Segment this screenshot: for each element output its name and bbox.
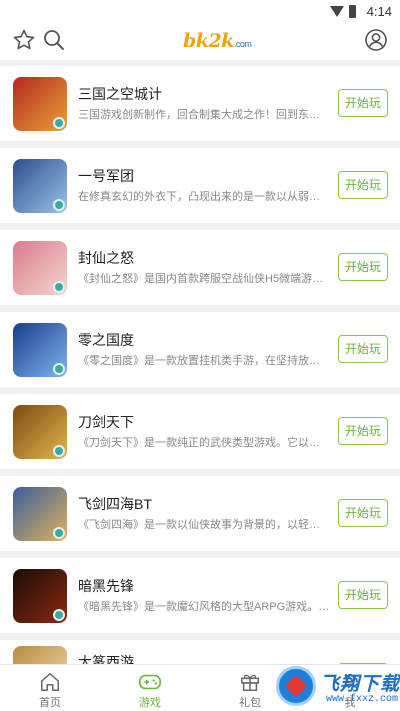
play-button[interactable]: 开始玩 (338, 171, 388, 199)
battery-icon (349, 5, 356, 18)
game-title: 暗黑先锋 (78, 578, 134, 594)
status-bar: 4:14 (0, 0, 400, 24)
status-time: 4:14 (366, 4, 392, 19)
watermark-text: 飞翔下载 (320, 674, 400, 695)
watermark-logo: 飞翔下载 www.fxxz.com (270, 662, 400, 711)
game-list: 三国之空城计三国游戏创新制作，回合制集大成之作！回到东汉末年，体验三国风云开始玩… (0, 66, 400, 680)
game-description: 《飞剑四海》是一款以仙侠故事为背景的，以轻松休闲为主的游戏 (78, 519, 330, 531)
h5-badge-icon (53, 281, 65, 293)
tab-home[interactable]: 首页 (0, 665, 100, 711)
wifi-icon (330, 6, 344, 17)
tab-games-label: 游戏 (139, 697, 161, 709)
watermark-url: www.fxxz.com (326, 694, 399, 705)
user-account-icon[interactable] (364, 28, 388, 52)
tab-home-label: 首页 (39, 697, 61, 709)
watermark-emblem-icon (276, 666, 316, 706)
game-icon[interactable] (13, 569, 67, 623)
gift-icon (241, 674, 259, 691)
game-title: 飞剑四海BT (78, 496, 152, 512)
game-description: 在修真玄幻的外衣下，凸现出来的是一款以从弱小到强大的成长之路 (78, 191, 330, 203)
game-icon[interactable] (13, 159, 67, 213)
favorite-star-icon[interactable] (12, 28, 36, 52)
game-icon[interactable] (13, 323, 67, 377)
game-title: 三国之空城计 (78, 86, 162, 102)
play-button[interactable]: 开始玩 (338, 253, 388, 281)
game-icon[interactable] (13, 241, 67, 295)
h5-badge-icon (53, 117, 65, 129)
game-card[interactable]: 零之国度《零之国度》是一款放置挂机类手游，在坚持放置类游戏的核心玩法开始玩 (0, 312, 400, 387)
play-button[interactable]: 开始玩 (338, 417, 388, 445)
gamepad-icon (139, 674, 161, 690)
site-logo: bk2k.com (183, 30, 252, 52)
game-card[interactable]: 暗黑先锋《暗黑先锋》是一款魔幻风格的大型ARPG游戏。以暗黑风格为主题开始玩 (0, 558, 400, 633)
h5-badge-icon (53, 527, 65, 539)
game-card[interactable]: 三国之空城计三国游戏创新制作，回合制集大成之作！回到东汉末年，体验三国风云开始玩 (0, 66, 400, 141)
top-header: bk2k.com (0, 24, 400, 60)
game-description: 《暗黑先锋》是一款魔幻风格的大型ARPG游戏。以暗黑风格为主题 (78, 601, 330, 613)
game-icon[interactable] (13, 487, 67, 541)
game-title: 一号军团 (78, 168, 134, 184)
game-card[interactable]: 飞剑四海BT 《飞剑四海》是一款以仙侠故事为背景的，以轻松休闲为主的游戏开始玩 (0, 476, 400, 551)
tab-games[interactable]: 游戏 (100, 665, 200, 711)
game-title: 封仙之怒 (78, 250, 134, 266)
search-icon[interactable] (42, 28, 66, 52)
game-card[interactable]: 刀剑天下《刀剑天下》是一款纯正的武侠类型游戏。它以高清的画面还原武侠开始玩 (0, 394, 400, 469)
game-card[interactable]: 封仙之怒《封仙之怒》是国内首款跨服空战仙侠H5微端游戏，全新仙侠体验开始玩 (0, 230, 400, 305)
game-description: 三国游戏创新制作，回合制集大成之作！回到东汉末年，体验三国风云 (78, 109, 330, 121)
game-icon[interactable] (13, 77, 67, 131)
play-button[interactable]: 开始玩 (338, 499, 388, 527)
play-button[interactable]: 开始玩 (338, 89, 388, 117)
game-description: 《刀剑天下》是一款纯正的武侠类型游戏。它以高清的画面还原武侠 (78, 437, 330, 449)
game-icon[interactable] (13, 405, 67, 459)
play-button[interactable]: 开始玩 (338, 581, 388, 609)
play-button[interactable]: 开始玩 (338, 335, 388, 363)
home-icon (41, 673, 59, 691)
h5-badge-icon (53, 445, 65, 457)
h5-badge-icon (53, 363, 65, 375)
game-description: 《封仙之怒》是国内首款跨服空战仙侠H5微端游戏，全新仙侠体验 (78, 273, 330, 285)
h5-badge-icon (53, 199, 65, 211)
h5-badge-icon (53, 609, 65, 621)
game-title: 刀剑天下 (78, 414, 134, 430)
game-description: 《零之国度》是一款放置挂机类手游，在坚持放置类游戏的核心玩法 (78, 355, 330, 367)
game-title: 零之国度 (78, 332, 134, 348)
game-card[interactable]: 一号军团在修真玄幻的外衣下，凸现出来的是一款以从弱小到强大的成长之路开始玩 (0, 148, 400, 223)
